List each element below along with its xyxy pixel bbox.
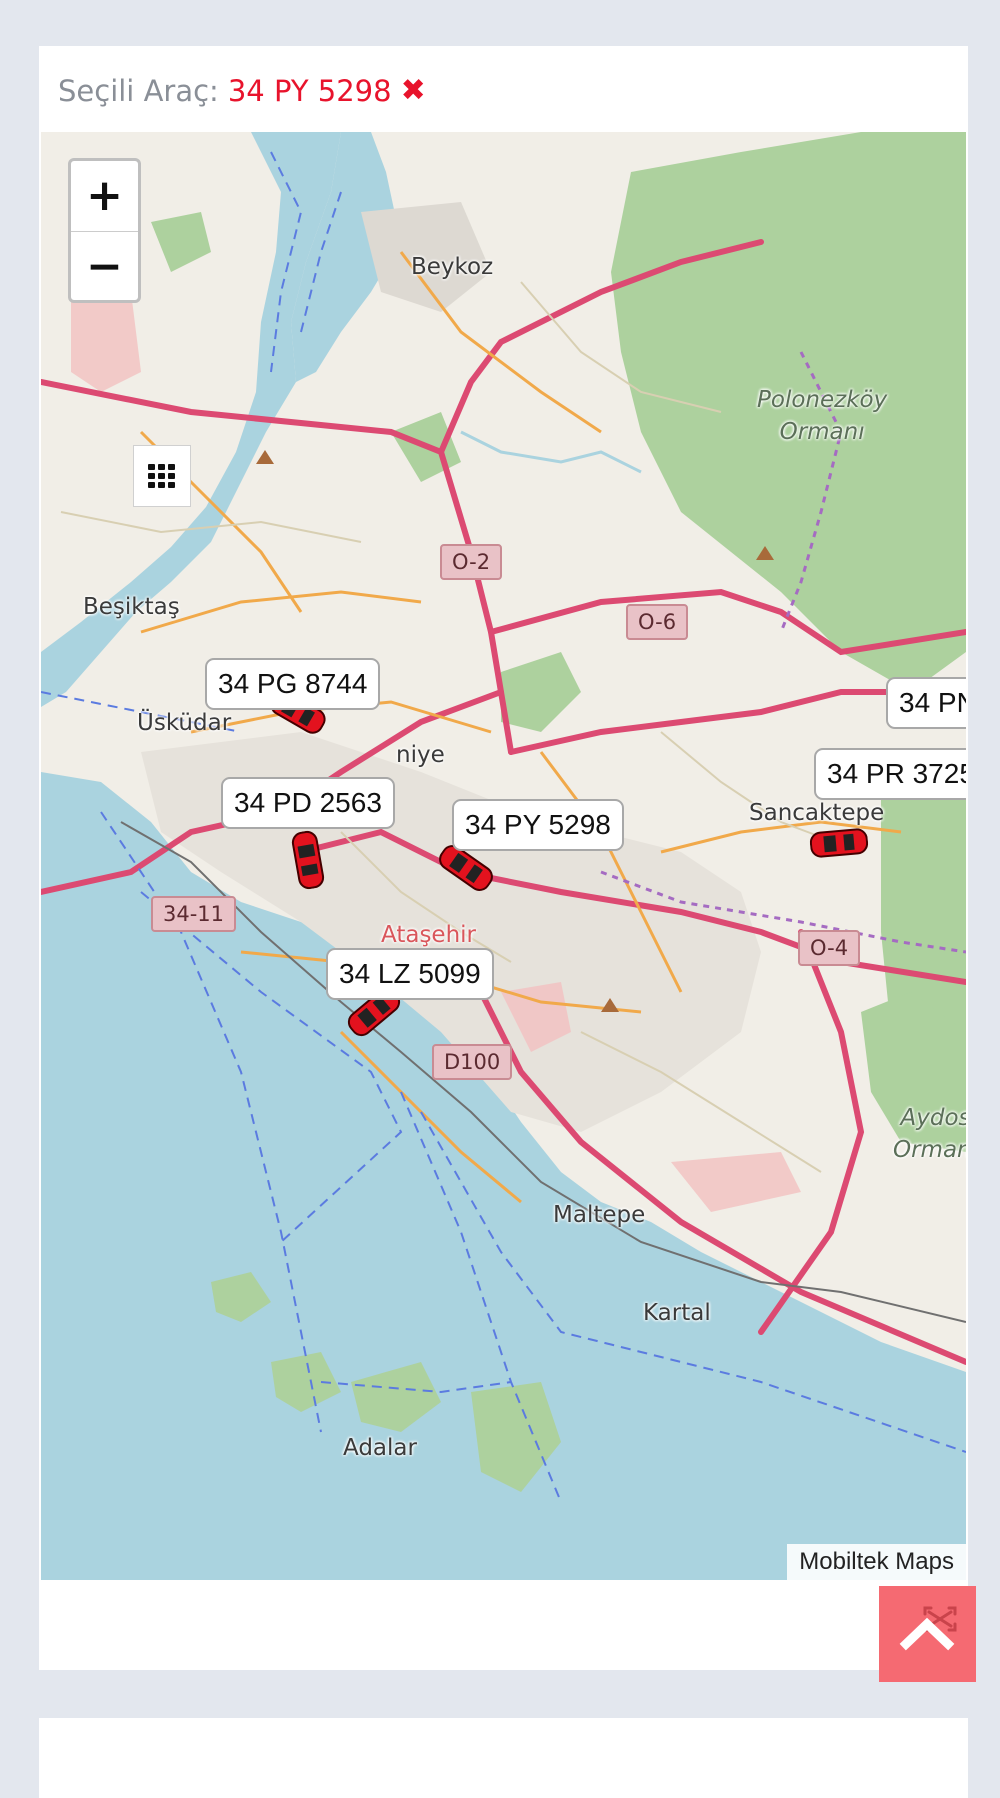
place-label-maltepe: Maltepe <box>553 1202 646 1228</box>
road-shield-o4: O-4 <box>798 930 861 966</box>
layers-button[interactable] <box>133 445 191 507</box>
map-card: Seçili Araç: 34 PY 5298 ✖ Beykoz Polonez… <box>39 46 968 1670</box>
selected-vehicle-header: Seçili Araç: 34 PY 5298 ✖ <box>58 70 426 112</box>
chevron-up-icon <box>899 1617 955 1651</box>
place-label-polonezkoy: Polonezköy Ormanı <box>757 387 888 446</box>
place-label-aydos: Aydos Ormanı <box>893 1105 966 1164</box>
place-label-beykoz: Beykoz <box>411 254 494 280</box>
map-view[interactable]: Beykoz Polonezköy Ormanı Beşiktaş Üsküda… <box>41 132 966 1580</box>
zoom-control: + − <box>68 158 141 303</box>
vehicle-label[interactable]: 34 PD 2563 <box>221 777 395 829</box>
road-shield-34-11: 34-11 <box>151 896 237 932</box>
road-shield-d100: D100 <box>432 1044 513 1080</box>
grid-icon <box>148 464 175 488</box>
map-attribution: Mobiltek Maps <box>787 1544 966 1580</box>
vehicle-label[interactable]: 34 PY 5298 <box>452 799 624 851</box>
road-shield-o6: O-6 <box>626 604 689 640</box>
road-shield-o2: O-2 <box>440 544 503 580</box>
zoom-in-button[interactable]: + <box>71 161 138 231</box>
vehicle-label[interactable]: 34 PG 8744 <box>205 658 381 710</box>
scroll-top-button[interactable] <box>879 1586 976 1682</box>
zoom-out-button[interactable]: − <box>71 231 138 300</box>
vehicle-label[interactable]: 34 PN <box>886 677 966 729</box>
place-label-atasehir: Ataşehir <box>381 922 476 948</box>
selected-vehicle-plate: 34 PY 5298 <box>227 74 392 108</box>
place-label-besiktas: Beşiktaş <box>83 594 180 620</box>
place-label-kartal: Kartal <box>643 1300 711 1326</box>
secondary-card <box>39 1718 968 1798</box>
place-label-umraniye: niye <box>396 742 445 768</box>
vehicle-label[interactable]: 34 LZ 5099 <box>326 948 494 1000</box>
close-icon[interactable]: ✖ <box>401 76 426 106</box>
vehicle-marker-car-icon[interactable] <box>809 827 869 860</box>
vehicle-label[interactable]: 34 PR 3725 <box>814 748 966 800</box>
place-label-adalar: Adalar <box>343 1435 417 1461</box>
place-label-sancaktepe: Sancaktepe <box>749 800 885 826</box>
place-label-uskudar: Üsküdar <box>137 710 232 736</box>
selected-vehicle-label: Seçili Araç: <box>58 74 219 108</box>
